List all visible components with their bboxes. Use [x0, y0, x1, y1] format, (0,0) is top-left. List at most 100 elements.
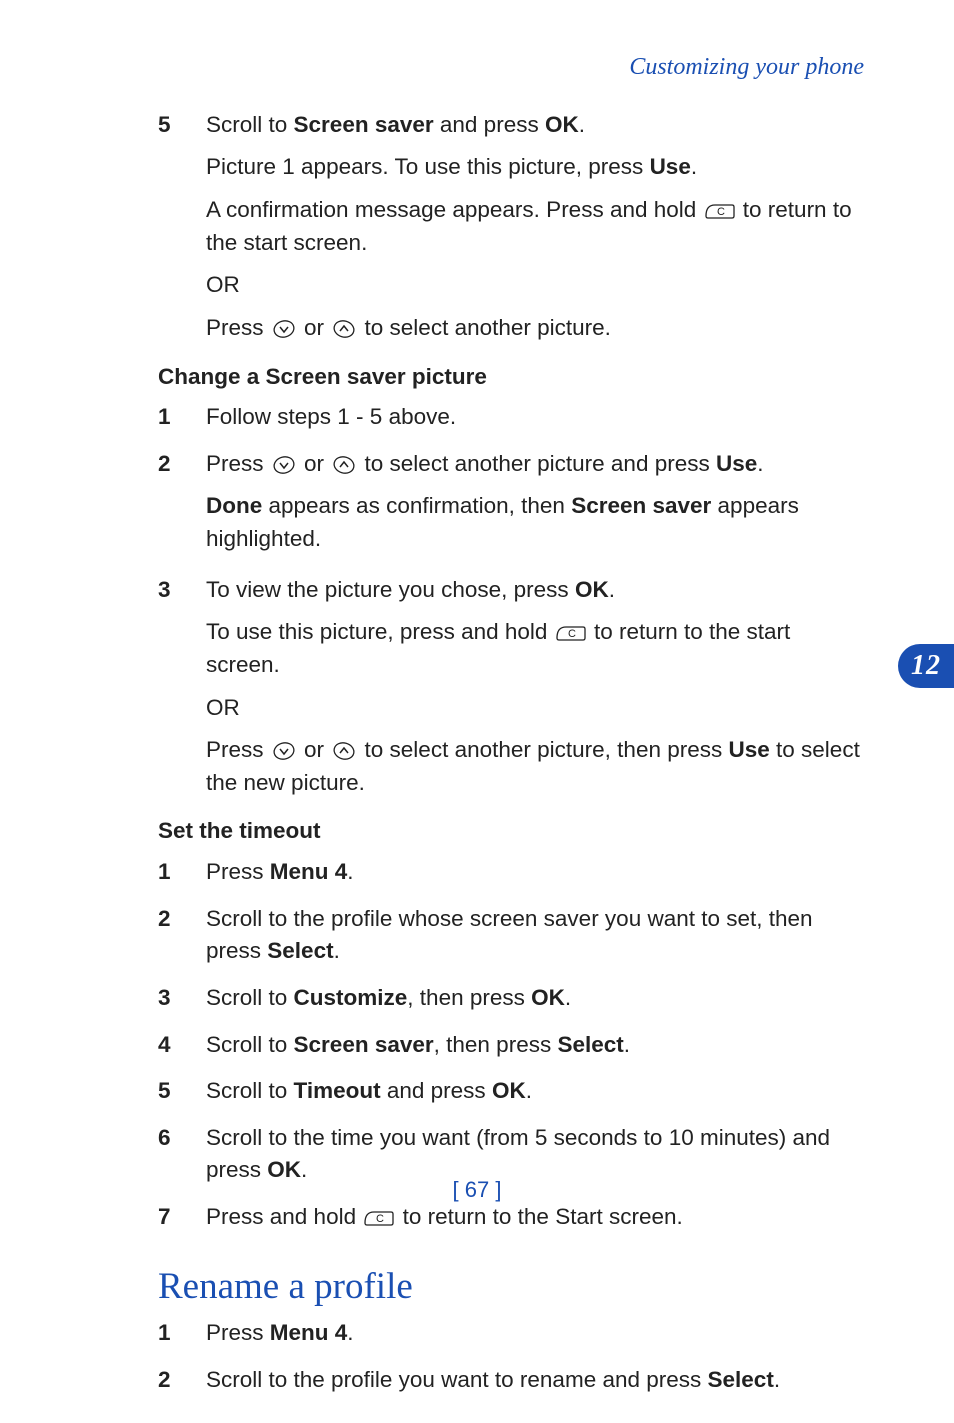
step-3: 3 To view the picture you chose, press O… — [158, 574, 864, 607]
text: appears as confirmation, then — [262, 493, 571, 518]
step-4: 4 Scroll to Screen saver, then press Sel… — [158, 1029, 864, 1062]
text: or — [298, 315, 331, 340]
text: . — [774, 1367, 780, 1392]
paragraph: Press or to select another picture, then… — [206, 734, 864, 799]
step-2: 2 Scroll to the profile you want to rena… — [158, 1364, 864, 1397]
bold-text: Timeout — [294, 1078, 381, 1103]
bold-text: OK — [531, 985, 565, 1010]
step-number: 2 — [158, 448, 206, 481]
text: . — [526, 1078, 532, 1103]
text: . — [565, 985, 571, 1010]
step-5: 5 Scroll to Timeout and press OK. — [158, 1075, 864, 1108]
text: Scroll to the profile you want to rename… — [206, 1367, 708, 1392]
step-body: Scroll to Screen saver, then press Selec… — [206, 1029, 864, 1062]
step-body: Scroll to Timeout and press OK. — [206, 1075, 864, 1108]
step-body: To view the picture you chose, press OK. — [206, 574, 864, 607]
c-key-icon: C — [364, 1209, 394, 1227]
step-number: 1 — [158, 1317, 206, 1350]
up-arrow-key-icon — [332, 455, 356, 475]
step-body: Press Menu 4. — [206, 1317, 864, 1350]
text: Scroll to — [206, 985, 294, 1010]
page-number: [ 67 ] — [0, 1174, 954, 1206]
step-number: 2 — [158, 1364, 206, 1397]
step-number: 3 — [158, 574, 206, 607]
text: Picture 1 appears. To use this picture, … — [206, 154, 650, 179]
paragraph: A confirmation message appears. Press an… — [206, 194, 864, 259]
step-body: Press Menu 4. — [206, 856, 864, 889]
step-2: 2 Press or to select another picture and… — [158, 448, 864, 481]
svg-text:C: C — [376, 1213, 384, 1225]
page-content: Customizing your phone 5 Scroll to Scree… — [0, 0, 954, 1423]
step-number: 6 — [158, 1122, 206, 1155]
step-1: 1 Follow steps 1 - 5 above. — [158, 401, 864, 434]
bold-text: Use — [650, 154, 691, 179]
bold-text: Select — [267, 938, 333, 963]
step-number: 1 — [158, 401, 206, 434]
text: to return to the Start screen. — [396, 1204, 682, 1229]
step-number: 1 — [158, 856, 206, 889]
text: Press and hold — [206, 1204, 362, 1229]
step-1: 1 Press Menu 4. — [158, 856, 864, 889]
page-header: Customizing your phone — [158, 50, 864, 85]
step-body: Scroll to the profile whose screen saver… — [206, 903, 864, 968]
text: To view the picture you chose, press — [206, 577, 575, 602]
c-key-icon: C — [705, 202, 735, 220]
bold-text: Menu 4 — [270, 1320, 348, 1345]
bold-text: Use — [729, 737, 770, 762]
text: Press — [206, 451, 270, 476]
text: Press — [206, 737, 270, 762]
step-number: 2 — [158, 903, 206, 936]
paragraph: Press or to select another picture. — [206, 312, 864, 345]
paragraph: OR — [206, 269, 864, 302]
up-arrow-key-icon — [332, 319, 356, 339]
bold-text: Screen saver — [294, 1032, 434, 1057]
text: to select another picture and press — [358, 451, 716, 476]
subheading-change-picture: Change a Screen saver picture — [158, 361, 864, 394]
text: and press — [434, 112, 545, 137]
svg-text:C: C — [717, 206, 725, 218]
text: . — [334, 938, 340, 963]
paragraph: Done appears as confirmation, then Scree… — [206, 490, 864, 555]
step-1: 1 Press Menu 4. — [158, 1317, 864, 1350]
text: Press — [206, 859, 270, 884]
text: . — [624, 1032, 630, 1057]
text: or — [298, 451, 331, 476]
text: Scroll to — [206, 1078, 294, 1103]
down-arrow-key-icon — [272, 455, 296, 475]
bold-text: OK — [545, 112, 579, 137]
step-body: Scroll to Customize, then press OK. — [206, 982, 864, 1015]
paragraph: To use this picture, press and hold C to… — [206, 616, 864, 681]
bold-text: Use — [716, 451, 757, 476]
text: to select another picture. — [358, 315, 611, 340]
step-number: 5 — [158, 1075, 206, 1108]
step-body: Follow steps 1 - 5 above. — [206, 401, 864, 434]
text: . — [757, 451, 763, 476]
text: , then press — [407, 985, 531, 1010]
step-body: Scroll to Screen saver and press OK. — [206, 109, 864, 142]
bold-text: Select — [557, 1032, 623, 1057]
bold-text: OK — [575, 577, 609, 602]
text: and press — [381, 1078, 492, 1103]
c-key-icon: C — [556, 624, 586, 642]
heading-rename-profile: Rename a profile — [158, 1260, 864, 1314]
text: . — [609, 577, 615, 602]
down-arrow-key-icon — [272, 741, 296, 761]
paragraph: Picture 1 appears. To use this picture, … — [206, 151, 864, 184]
step-body: Scroll to the profile you want to rename… — [206, 1364, 864, 1397]
step-body: Press or to select another picture and p… — [206, 448, 864, 481]
text: . — [347, 859, 353, 884]
text: , then press — [434, 1032, 558, 1057]
text: Scroll to — [206, 112, 294, 137]
bold-text: Menu 4 — [270, 859, 348, 884]
paragraph: OR — [206, 692, 864, 725]
step-3: 3 Scroll to Customize, then press OK. — [158, 982, 864, 1015]
bold-text: Select — [708, 1367, 774, 1392]
text: . — [691, 154, 697, 179]
text: Press — [206, 1320, 270, 1345]
up-arrow-key-icon — [332, 741, 356, 761]
text: Press — [206, 315, 270, 340]
text: to select another picture, then press — [358, 737, 728, 762]
svg-text:C: C — [568, 628, 576, 640]
bold-text: Done — [206, 493, 262, 518]
bold-text: Screen saver — [571, 493, 711, 518]
